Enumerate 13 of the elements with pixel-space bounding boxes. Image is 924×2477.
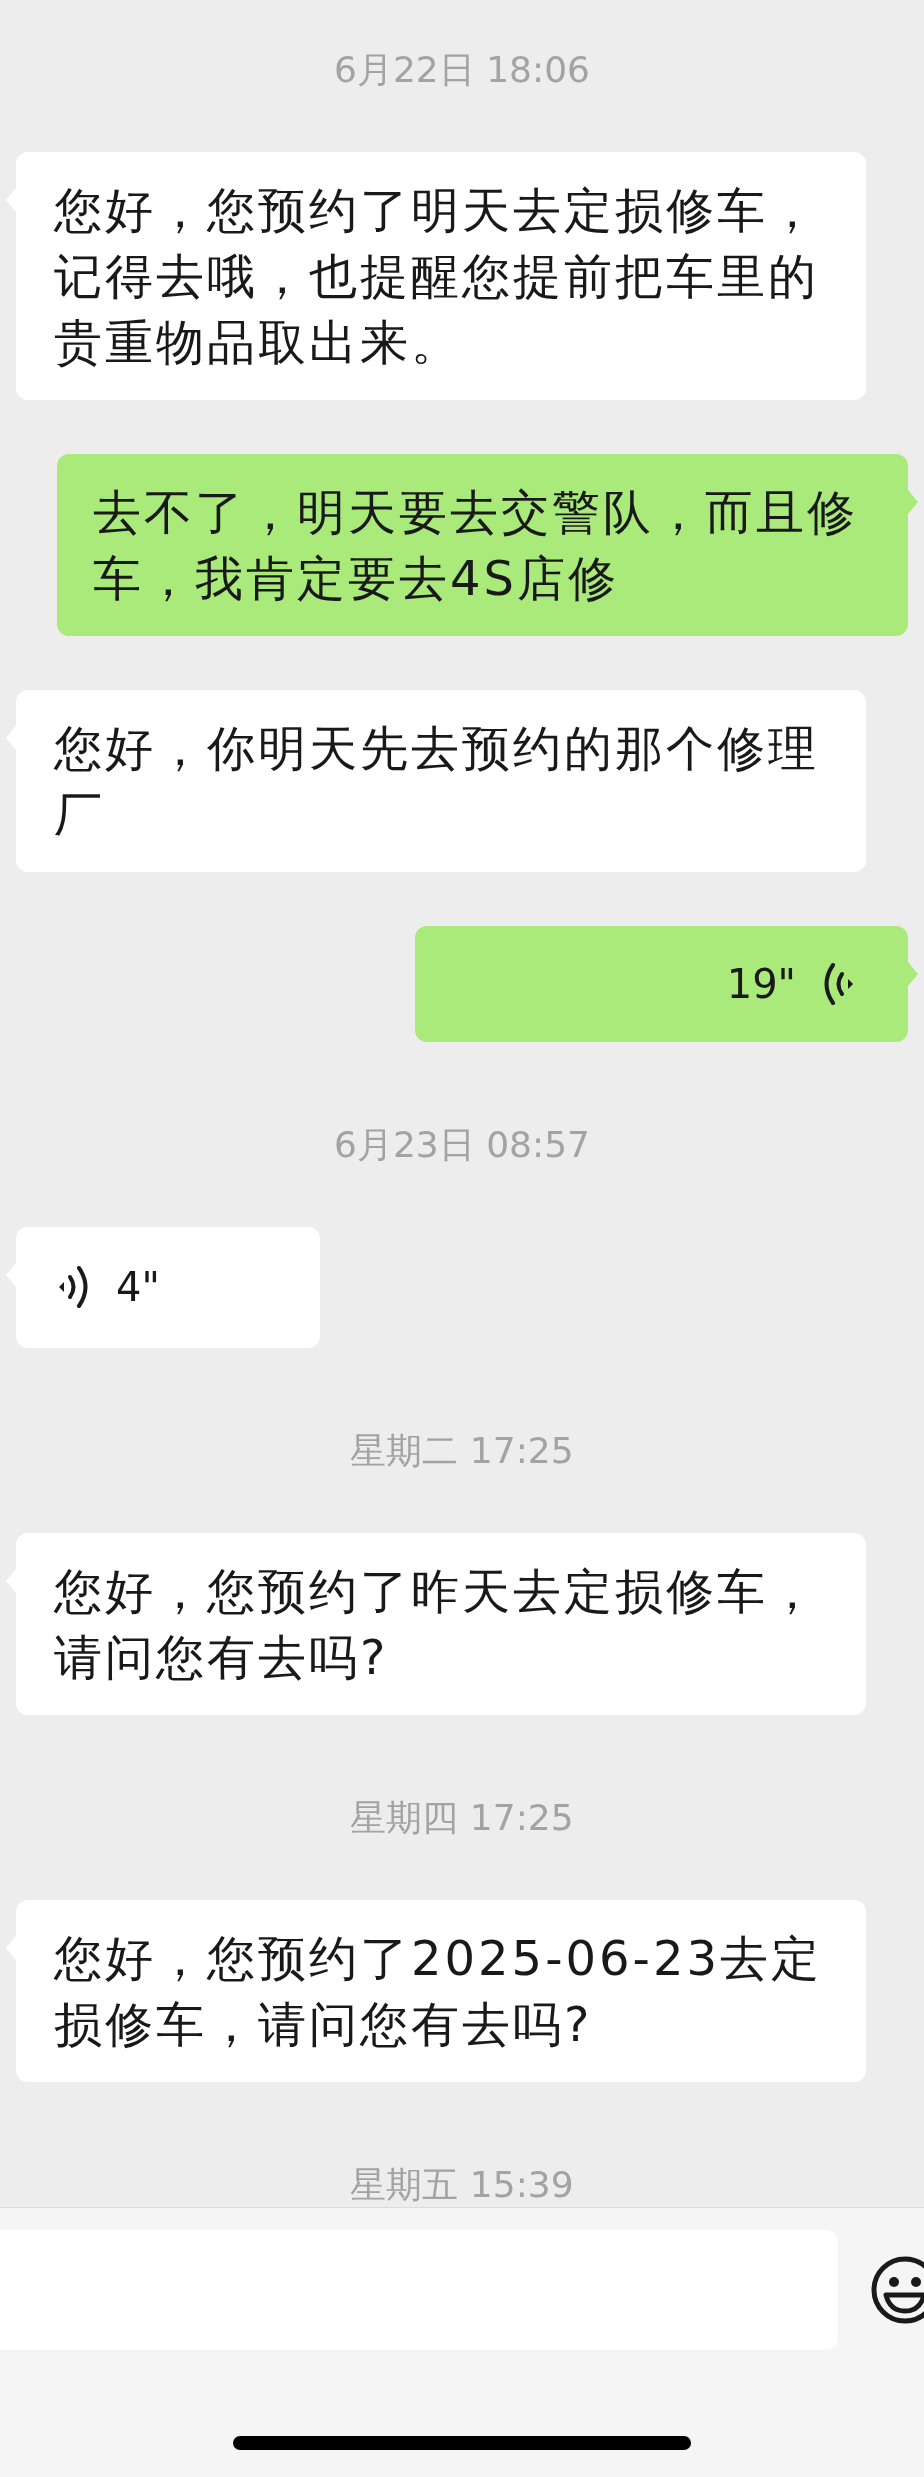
message-bubble[interactable]: 您好，您预约了昨天去定损修车，请问您有去吗? bbox=[16, 1533, 866, 1715]
message-bubble[interactable]: 您好，您预约了明天去定损修车，记得去哦，也提醒您提前把车里的贵重物品取出来。 bbox=[16, 152, 866, 400]
voice-message[interactable]: 4" bbox=[16, 1227, 320, 1348]
emoji-icon[interactable] bbox=[870, 2255, 924, 2325]
timestamp: 星期五 15:39 bbox=[350, 2165, 574, 2205]
message-bubble[interactable]: 您好，您预约了2025-06-23去定损修车，请问您有去吗? bbox=[16, 1900, 866, 2082]
message-bubble[interactable]: 去不了，明天要去交警队，而且修车，我肯定要去4S店修 bbox=[57, 454, 908, 636]
timestamp: 6月23日 08:57 bbox=[334, 1125, 590, 1165]
message-bubble[interactable]: 您好，你明天先去预约的那个修理厂 bbox=[16, 690, 866, 872]
timestamp: 星期二 17:25 bbox=[350, 1431, 574, 1471]
timestamp: 6月22日 18:06 bbox=[334, 50, 590, 90]
timestamp: 星期四 17:25 bbox=[350, 1798, 574, 1838]
voice-message[interactable]: 19" bbox=[415, 926, 908, 1042]
